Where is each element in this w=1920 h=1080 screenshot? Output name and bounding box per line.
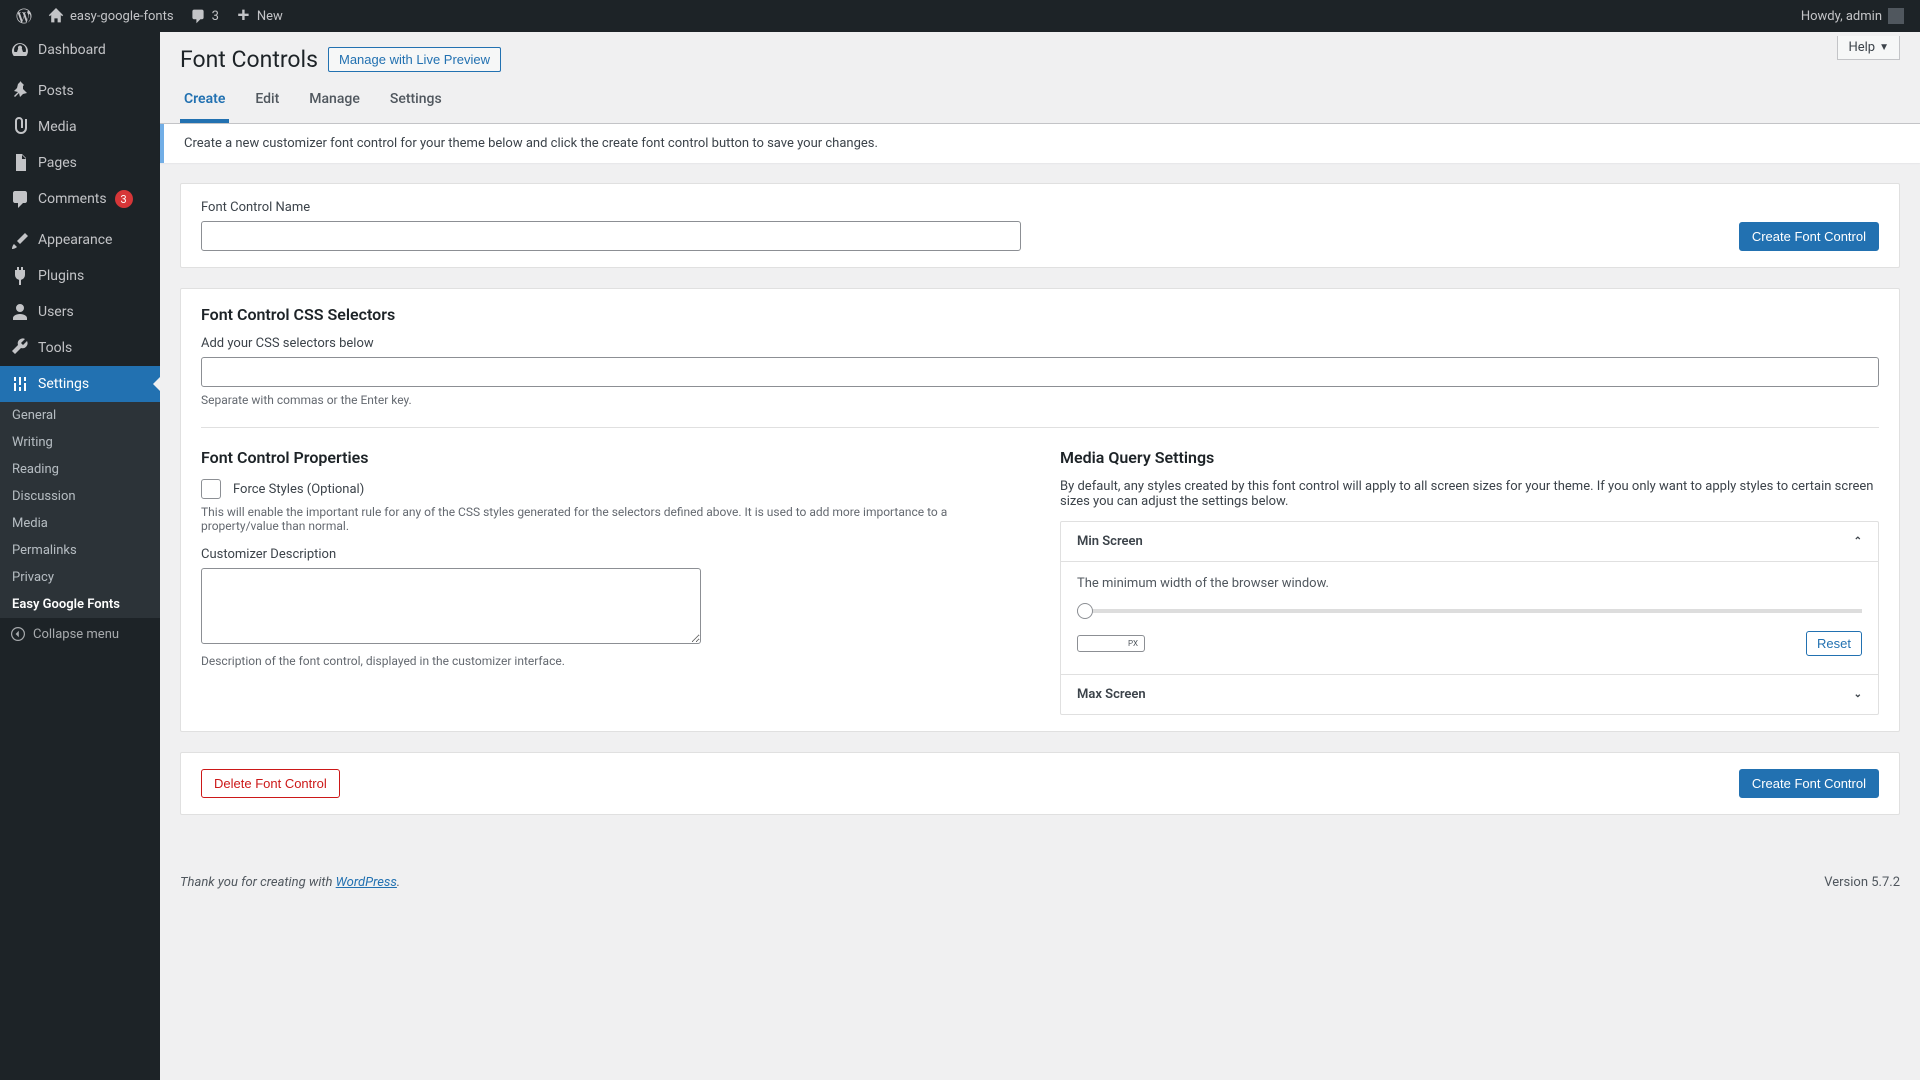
- menu-posts[interactable]: Posts: [0, 73, 160, 109]
- avatar: [1888, 8, 1904, 24]
- wordpress-link[interactable]: WordPress: [336, 875, 397, 890]
- new-label: New: [257, 9, 283, 24]
- submenu-general[interactable]: General: [0, 402, 160, 429]
- sliders-icon: [10, 374, 30, 394]
- page-title: Font Controls: [180, 46, 318, 73]
- brush-icon: [10, 230, 30, 250]
- menu-settings[interactable]: Settings: [0, 366, 160, 402]
- properties-title: Font Control Properties: [201, 448, 1020, 467]
- site-name-text: easy-google-fonts: [70, 9, 174, 24]
- media-query-title: Media Query Settings: [1060, 448, 1879, 467]
- tab-create[interactable]: Create: [180, 81, 229, 123]
- chevron-up-icon: ⌃: [1854, 536, 1862, 547]
- submenu-discussion[interactable]: Discussion: [0, 483, 160, 510]
- collapse-icon: [10, 626, 26, 642]
- min-screen-header[interactable]: Min Screen ⌃: [1061, 522, 1878, 562]
- force-styles-checkbox[interactable]: [201, 479, 221, 499]
- force-styles-label: Force Styles (Optional): [233, 482, 364, 497]
- comments-count: 3: [212, 9, 219, 24]
- customizer-desc-textarea[interactable]: [201, 568, 701, 644]
- menu-users[interactable]: Users: [0, 294, 160, 330]
- submenu-privacy[interactable]: Privacy: [0, 564, 160, 591]
- menu-pages[interactable]: Pages: [0, 145, 160, 181]
- submenu-permalinks[interactable]: Permalinks: [0, 537, 160, 564]
- dashboard-icon: [10, 40, 30, 60]
- font-control-name-label: Font Control Name: [201, 200, 1719, 215]
- comments-link[interactable]: 3: [182, 0, 227, 32]
- wordpress-icon: [16, 8, 32, 24]
- max-screen-header[interactable]: Max Screen ⌄: [1061, 675, 1878, 714]
- admin-bar: easy-google-fonts 3 New Howdy, admin: [0, 0, 1920, 32]
- comment-icon: [190, 8, 206, 24]
- slider-thumb[interactable]: [1077, 603, 1093, 619]
- min-screen-slider[interactable]: [1077, 609, 1862, 613]
- min-screen-desc: The minimum width of the browser window.: [1077, 576, 1862, 591]
- admin-sidebar: Dashboard Posts Media Pages Comments3 Ap…: [0, 32, 160, 1080]
- menu-plugins[interactable]: Plugins: [0, 258, 160, 294]
- font-control-name-input[interactable]: [201, 221, 1021, 251]
- css-selectors-input[interactable]: [201, 357, 1879, 387]
- settings-submenu: General Writing Reading Discussion Media…: [0, 402, 160, 618]
- footer-thanks: Thank you for creating with WordPress.: [180, 875, 400, 890]
- menu-dashboard[interactable]: Dashboard: [0, 32, 160, 68]
- customizer-desc-label: Customizer Description: [201, 547, 1020, 562]
- css-selectors-title: Font Control CSS Selectors: [201, 305, 1879, 324]
- submenu-media[interactable]: Media: [0, 510, 160, 537]
- wrench-icon: [10, 338, 30, 358]
- min-screen-reset-button[interactable]: Reset: [1806, 631, 1862, 656]
- main-content: Help▼ Font Controls Manage with Live Pre…: [160, 32, 1920, 1080]
- css-selectors-hint: Separate with commas or the Enter key.: [201, 393, 1879, 407]
- account-link[interactable]: Howdy, admin: [1793, 0, 1912, 32]
- manage-live-preview-button[interactable]: Manage with Live Preview: [328, 47, 501, 72]
- menu-comments[interactable]: Comments3: [0, 181, 160, 217]
- site-link[interactable]: easy-google-fonts: [40, 0, 182, 32]
- comments-badge: 3: [115, 190, 133, 208]
- menu-tools[interactable]: Tools: [0, 330, 160, 366]
- media-icon: [10, 117, 30, 137]
- create-font-control-button-bottom[interactable]: Create Font Control: [1739, 769, 1879, 798]
- howdy-text: Howdy, admin: [1801, 9, 1882, 24]
- delete-font-control-button[interactable]: Delete Font Control: [201, 769, 340, 798]
- plugin-icon: [10, 266, 30, 286]
- submenu-writing[interactable]: Writing: [0, 429, 160, 456]
- menu-appearance[interactable]: Appearance: [0, 222, 160, 258]
- tab-manage[interactable]: Manage: [305, 81, 364, 123]
- wp-logo[interactable]: [8, 0, 40, 32]
- chevron-down-icon: ▼: [1879, 42, 1889, 53]
- submenu-reading[interactable]: Reading: [0, 456, 160, 483]
- customizer-desc-hint: Description of the font control, display…: [201, 654, 1020, 668]
- create-font-control-button-top[interactable]: Create Font Control: [1739, 222, 1879, 251]
- pin-icon: [10, 81, 30, 101]
- plus-icon: [235, 8, 251, 24]
- media-query-desc: By default, any styles created by this f…: [1060, 479, 1879, 509]
- collapse-menu[interactable]: Collapse menu: [0, 618, 160, 650]
- user-icon: [10, 302, 30, 322]
- footer-version: Version 5.7.2: [1824, 875, 1900, 890]
- tab-edit[interactable]: Edit: [251, 81, 283, 123]
- comment-icon: [10, 189, 30, 209]
- new-link[interactable]: New: [227, 0, 291, 32]
- submenu-easy-google-fonts[interactable]: Easy Google Fonts: [0, 591, 160, 618]
- menu-media[interactable]: Media: [0, 109, 160, 145]
- info-notice: Create a new customizer font control for…: [160, 124, 1920, 163]
- help-tab[interactable]: Help▼: [1837, 36, 1900, 60]
- force-styles-desc: This will enable the important rule for …: [201, 505, 1020, 533]
- home-icon: [48, 8, 64, 24]
- page-icon: [10, 153, 30, 173]
- min-screen-value-input[interactable]: PX: [1077, 635, 1145, 652]
- tabs-nav: Create Edit Manage Settings: [160, 81, 1920, 124]
- css-selectors-label: Add your CSS selectors below: [201, 336, 1879, 351]
- tab-settings[interactable]: Settings: [386, 81, 446, 123]
- chevron-down-icon: ⌄: [1854, 689, 1862, 700]
